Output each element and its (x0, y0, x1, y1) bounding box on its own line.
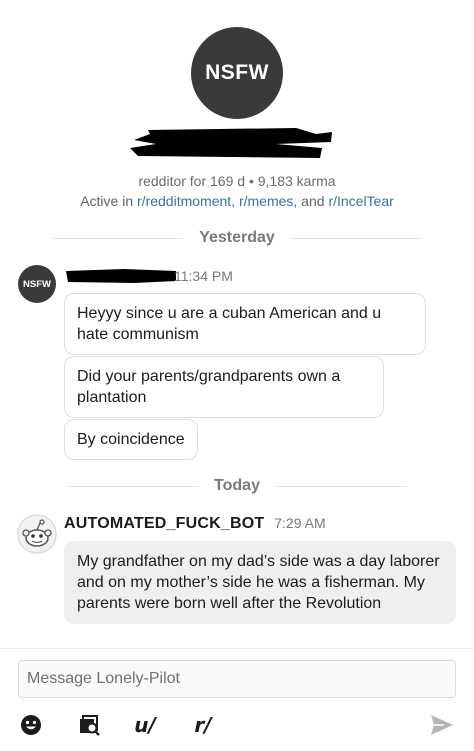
date-divider-today: Today (0, 474, 474, 498)
date-divider-label: Yesterday (183, 229, 291, 247)
date-divider-label: Today (198, 477, 276, 495)
profile-avatar[interactable]: NSFW (191, 27, 283, 119)
divider-line (53, 238, 183, 239)
send-button[interactable] (428, 710, 456, 740)
redacted-sender-name (64, 267, 178, 285)
message-bubble: Did your parents/grandparents own a plan… (64, 356, 384, 418)
subreddit-link-memes[interactable]: r/memes (239, 193, 293, 209)
message-author[interactable]: AUTOMATED_FUCK_BOT (64, 515, 264, 532)
profile-active-in: Active in r/redditmoment, r/memes, and r… (0, 192, 474, 211)
divider-line (68, 486, 198, 487)
active-prefix: Active in (80, 193, 137, 209)
message-input[interactable] (18, 660, 456, 698)
divider-line (276, 486, 406, 487)
composer-divider (0, 648, 474, 649)
message-bubble: Heyyy since u are a cuban American and u… (64, 293, 426, 355)
message-header: AUTOMATED_FUCK_BOT 7:29 AM (64, 515, 326, 533)
snoo-avatar-icon (17, 514, 57, 554)
divider-line (291, 238, 421, 239)
image-search-icon (79, 714, 101, 736)
send-icon (430, 714, 454, 736)
date-divider-yesterday: Yesterday (0, 226, 474, 250)
redacted-username (126, 126, 334, 160)
subreddit-link-inceltear[interactable]: r/IncelTear (328, 193, 393, 209)
image-search-button[interactable] (76, 710, 104, 740)
message-timestamp: 7:29 AM (274, 515, 325, 531)
subreddit-link-button[interactable]: r/ (188, 710, 218, 740)
message-timestamp: 11:34 PM (174, 268, 233, 284)
message-bubble: My grandfather on my dad’s side was a da… (64, 541, 456, 624)
user-link-button[interactable]: u/ (130, 710, 160, 740)
emoji-icon (20, 714, 42, 736)
emoji-button[interactable] (18, 710, 44, 740)
profile-meta: redditor for 169 d • 9,183 karma (0, 172, 474, 191)
bot-avatar[interactable] (17, 514, 57, 554)
active-separator: , (231, 193, 239, 209)
active-separator: , and (293, 193, 328, 209)
subreddit-link-redditmoment[interactable]: r/redditmoment (137, 193, 231, 209)
message-bubble: By coincidence (64, 419, 198, 460)
sender-avatar[interactable]: NSFW (18, 265, 56, 303)
